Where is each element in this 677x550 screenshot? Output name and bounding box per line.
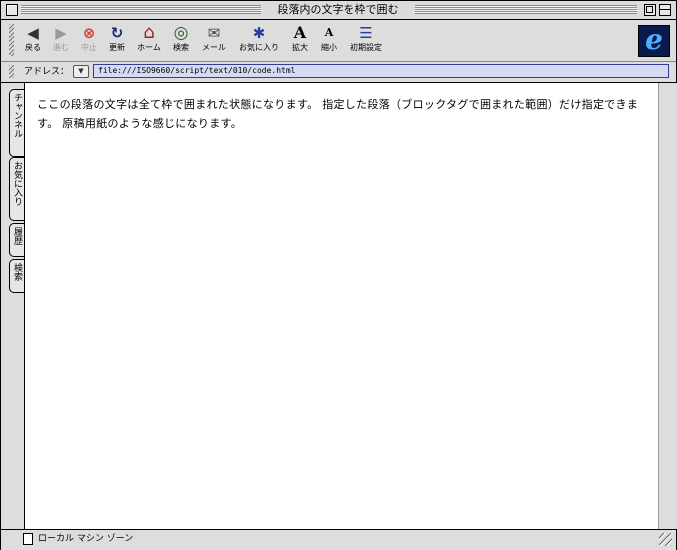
text-larger-icon: A [293,23,307,42]
text-smaller-icon: A [324,26,334,39]
favorites-icon: ✱ [252,24,266,42]
toolbar-grip[interactable] [9,24,14,56]
tab-channels[interactable]: チャンネル [9,89,24,157]
refresh-button[interactable]: ↻ 更新 [105,24,129,58]
search-button[interactable]: ◎ 検索 [169,24,193,58]
local-zone-icon [23,533,33,545]
forward-button[interactable]: ▶ 進む [49,24,73,58]
title-bar-stripes [415,5,637,14]
page-content: ここの段落の文字は全て枠で囲まれた状態になります。 指定した段落（ブロックタグで… [24,83,677,529]
stop-icon: ⊗ [82,24,96,42]
back-button[interactable]: ◀ 戻る [21,24,45,58]
status-bar: ローカル マシン ゾーン [1,529,676,550]
internet-explorer-logo-icon: e [638,25,670,57]
tab-history[interactable]: 履歴 [9,223,24,257]
resize-grip[interactable] [659,533,672,546]
address-bar-grip[interactable] [9,65,14,78]
back-arrow-icon: ◀ [27,24,39,42]
text-larger-button[interactable]: A 拡大 [289,24,311,58]
close-box-button[interactable] [6,4,18,16]
chevron-down-icon: ▼ [78,67,84,75]
address-history-dropdown[interactable]: ▼ [73,65,89,78]
mail-button[interactable]: ✉ メール [199,24,229,58]
preferences-button[interactable]: ☰ 初期設定 [347,24,385,58]
tab-search[interactable]: 検索 [9,259,24,293]
window-title: 段落内の文字を枠で囲む [268,3,408,17]
address-label: アドレス： [24,67,70,77]
home-icon: ⌂ [143,22,155,43]
stop-button[interactable]: ⊗ 中止 [77,24,101,58]
page-paragraph: ここの段落の文字は全て枠で囲まれた状態になります。 指定した段落（ブロックタグで… [37,98,639,130]
search-icon: ◎ [173,23,189,43]
address-bar: アドレス： ▼ file:///ISO9660/script/text/010/… [1,62,676,83]
refresh-icon: ↻ [110,24,124,42]
vertical-scrollbar[interactable] [658,83,677,529]
collapse-box-button[interactable] [659,4,671,16]
mail-icon: ✉ [207,24,221,42]
tab-favorites[interactable]: お気に入り [9,157,24,221]
zoom-box-button[interactable] [644,4,656,16]
favorites-button[interactable]: ✱ お気に入り [235,24,283,58]
title-bar[interactable]: 段落内の文字を枠で囲む [1,1,676,20]
home-button[interactable]: ⌂ ホーム [134,24,164,58]
forward-arrow-icon: ▶ [55,24,67,42]
title-bar-stripes [21,5,261,14]
address-input[interactable]: file:///ISO9660/script/text/010/code.htm… [93,64,669,78]
browser-window: 段落内の文字を枠で囲む ◀ 戻る ▶ 進む ⊗ 中止 ↻ 更新 ⌂ ホーム ◎ … [0,0,677,550]
text-smaller-button[interactable]: A 縮小 [318,24,340,58]
button-toolbar: ◀ 戻る ▶ 進む ⊗ 中止 ↻ 更新 ⌂ ホーム ◎ 検索 ✉ メール ✱ お [1,20,676,62]
security-zone-label: ローカル マシン ゾーン [38,534,134,544]
preferences-icon: ☰ [359,24,373,42]
